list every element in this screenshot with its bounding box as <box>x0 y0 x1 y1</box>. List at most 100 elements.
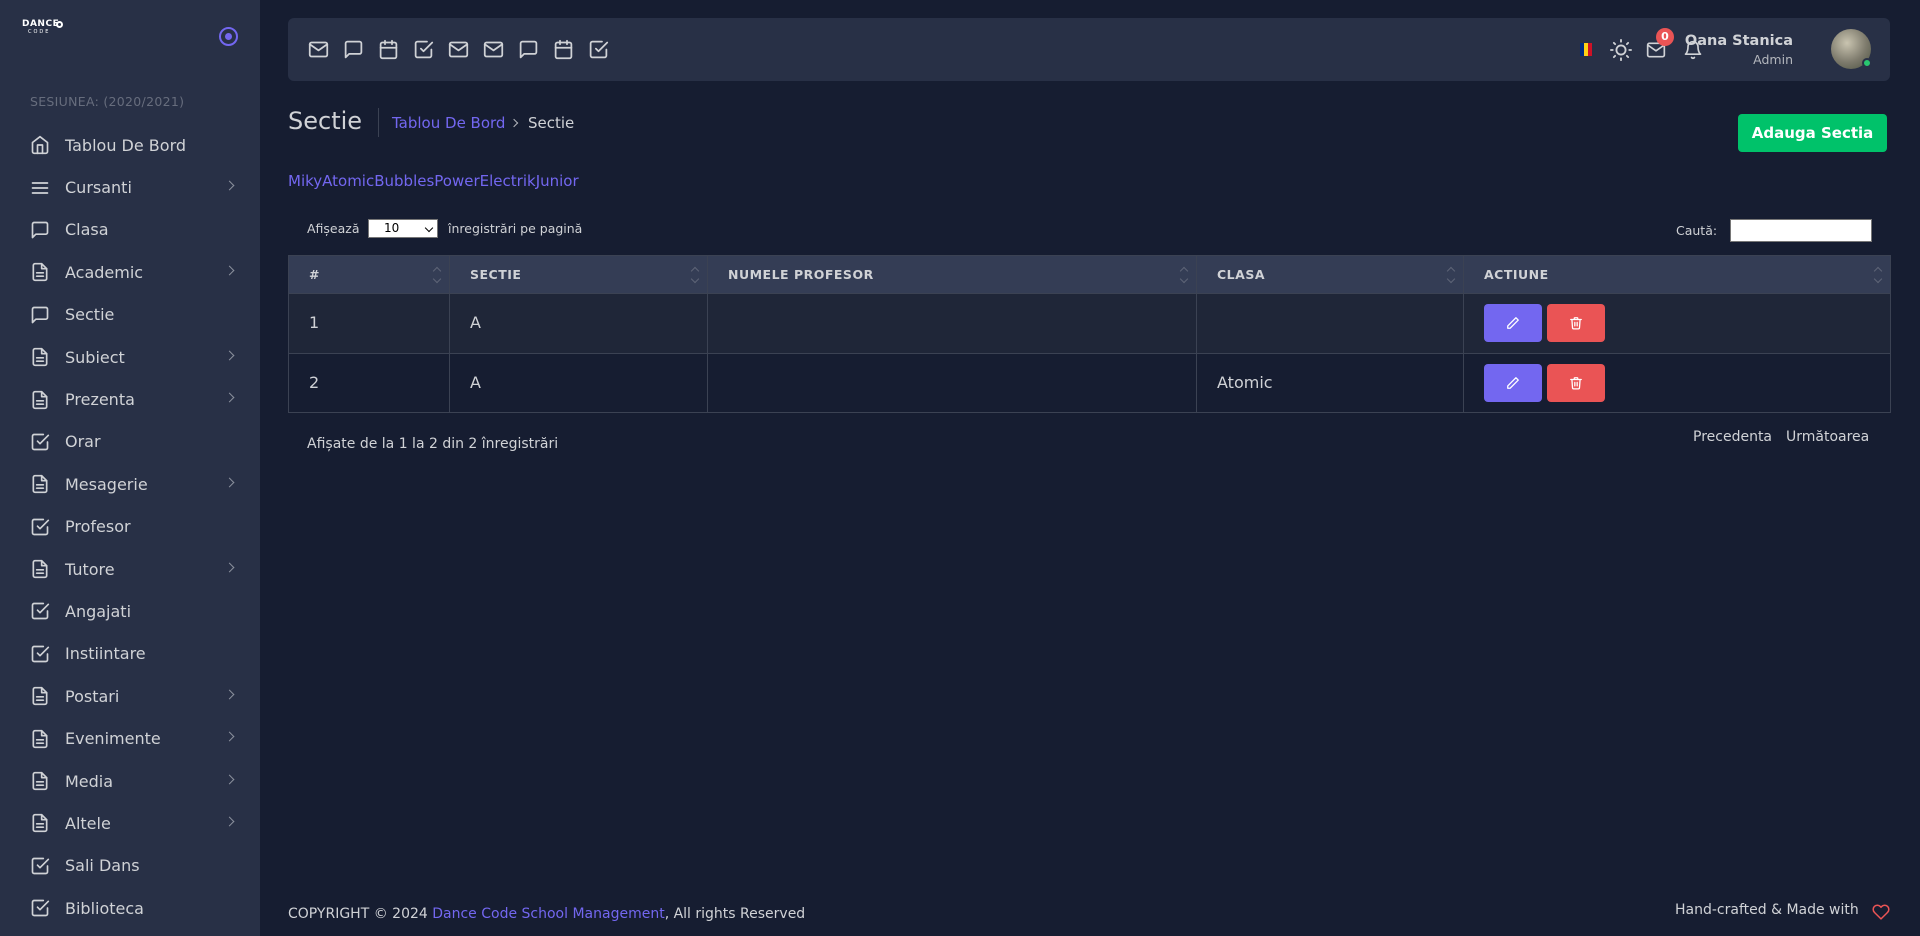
footer-brand-link[interactable]: Dance Code School Management <box>432 906 664 922</box>
filter-link-bubbles[interactable]: Bubbles <box>374 172 434 190</box>
sort-icon <box>433 267 441 283</box>
sidebar-item-prezenta[interactable]: Prezenta <box>0 378 260 420</box>
filter-link-junior[interactable]: Junior <box>536 172 579 190</box>
shortcut-mail-button[interactable] <box>308 39 329 64</box>
shortcut-mail-button[interactable] <box>448 39 469 64</box>
calendar-icon <box>554 39 573 60</box>
sidebar-menu: Tablou De Bord Cursanti Clasa Academic Secti… <box>0 124 260 929</box>
column-header-sectie[interactable]: SECTIE <box>450 256 708 293</box>
shortcut-check-square-button[interactable] <box>413 39 434 64</box>
calendar-icon <box>379 39 398 60</box>
check-square-icon <box>31 518 50 536</box>
page-size-select[interactable]: 10 <box>368 219 438 238</box>
cell-profesor <box>708 353 1197 412</box>
file-text-icon <box>32 263 48 282</box>
pencil-icon <box>1507 317 1519 329</box>
sidebar-item-label: Cursanti <box>65 178 132 198</box>
mail-icon <box>448 41 469 58</box>
table-info: Afișate de la 1 la 2 din 2 înregistrări <box>307 436 559 452</box>
file-text-icon <box>32 814 48 833</box>
next-page-button[interactable]: Următoarea <box>1786 429 1869 445</box>
chevron-right-icon <box>224 180 235 191</box>
delete-button[interactable] <box>1547 363 1605 402</box>
sidebar-item-label: Prezenta <box>65 390 135 410</box>
breadcrumb-chevron-icon <box>509 118 519 128</box>
chevron-down-icon <box>424 223 434 233</box>
filter-link-miky[interactable]: Miky <box>288 172 322 190</box>
delete-button[interactable] <box>1547 304 1605 342</box>
column-header-label: CLASA <box>1217 267 1265 282</box>
sidebar-item-sectie[interactable]: Sectie <box>0 294 260 336</box>
sidebar-item-cursanti[interactable]: Cursanti <box>0 166 260 208</box>
sidebar-item-label: Tablou De Bord <box>65 135 187 155</box>
add-section-button[interactable]: Adauga Sectia <box>1738 114 1887 152</box>
column-header-label: # <box>309 267 320 282</box>
file-text-icon <box>32 687 48 706</box>
sidebar-item-label: Postari <box>65 686 120 706</box>
sidebar-item-biblioteca[interactable]: Biblioteca <box>0 887 260 929</box>
sidebar-item-postari[interactable]: Postari <box>0 675 260 717</box>
sidebar-item-instiintare[interactable]: Instiintare <box>0 633 260 675</box>
edit-button[interactable] <box>1484 304 1542 342</box>
shortcut-check-square-button[interactable] <box>588 39 609 64</box>
check-square-icon <box>31 645 50 663</box>
check-square-icon <box>31 899 50 917</box>
sidebar-item-mesagerie[interactable]: Mesagerie <box>0 463 260 505</box>
pencil-icon <box>1507 376 1519 389</box>
sidebar-item-label: Sali Dans <box>65 856 140 876</box>
cell-actions <box>1464 294 1890 353</box>
check-square-icon <box>31 603 50 620</box>
sidebar-item-profesor[interactable]: Profesor <box>0 506 260 548</box>
sidebar-toggle-icon[interactable] <box>219 27 238 46</box>
column-header-number[interactable]: # <box>289 256 450 293</box>
table-header-row: # SECTIE NUMELE PROFESOR CLASA ACTIUNE <box>289 256 1890 293</box>
user-name[interactable]: Oana Stanica <box>1685 33 1793 49</box>
dance-code-logo[interactable]: DANCE CODE <box>22 20 63 38</box>
sidebar-item-tablou-de-bord[interactable]: Tablou De Bord <box>0 124 260 166</box>
sidebar-item-sali-dans[interactable]: Sali Dans <box>0 845 260 887</box>
shortcut-message-square-button[interactable] <box>343 39 364 64</box>
heart-icon <box>1872 904 1890 920</box>
sidebar-item-subiect[interactable]: Subiect <box>0 336 260 378</box>
sun-icon[interactable] <box>1610 39 1632 61</box>
sidebar-item-tutore[interactable]: Tutore <box>0 548 260 590</box>
footer-copyright: COPYRIGHT © 2024 Dance Code School Manag… <box>288 906 805 922</box>
shortcut-mail-button[interactable] <box>483 39 504 64</box>
filter-link-electrik[interactable]: Electrik <box>480 172 536 190</box>
filter-link-power[interactable]: Power <box>434 172 479 190</box>
breadcrumb-home-link[interactable]: Tablou De Bord <box>392 114 505 132</box>
page-size-label: Afișează <box>307 221 360 236</box>
copyright-text: COPYRIGHT © 2024 <box>288 906 433 922</box>
search-input[interactable] <box>1730 219 1872 242</box>
sidebar-item-evenimente[interactable]: Evenimente <box>0 717 260 759</box>
sidebar-item-label: Evenimente <box>65 729 161 749</box>
column-header-clasa[interactable]: CLASA <box>1197 256 1464 293</box>
filter-link-atomic[interactable]: Atomic <box>322 172 374 190</box>
shortcut-message-square-button[interactable] <box>518 39 539 64</box>
sidebar-item-orar[interactable]: Orar <box>0 421 260 463</box>
sidebar-item-angajati[interactable]: Angajati <box>0 590 260 632</box>
check-square-icon <box>589 40 609 59</box>
sidebar-item-media[interactable]: Media <box>0 760 260 802</box>
cell-clasa <box>1197 294 1464 353</box>
sidebar-item-clasa[interactable]: Clasa <box>0 209 260 251</box>
sort-icon <box>1447 267 1455 283</box>
sidebar-item-academic[interactable]: Academic <box>0 251 260 293</box>
chevron-right-icon <box>224 816 235 827</box>
previous-page-button[interactable]: Precedenta <box>1693 429 1772 445</box>
file-text-icon <box>32 347 48 367</box>
column-header-profesor[interactable]: NUMELE PROFESOR <box>708 256 1197 293</box>
list-icon <box>31 181 49 194</box>
shortcut-calendar-button[interactable] <box>378 39 399 64</box>
avatar[interactable] <box>1831 29 1872 69</box>
shortcut-calendar-button[interactable] <box>553 39 574 64</box>
session-label: SESIUNEA: (2020/2021) <box>30 94 185 109</box>
page-size-value: 10 <box>384 221 400 235</box>
column-header-actiune[interactable]: ACTIUNE <box>1464 256 1890 293</box>
sidebar-item-altele[interactable]: Altele <box>0 802 260 844</box>
edit-button[interactable] <box>1484 363 1542 402</box>
file-text-icon <box>32 559 48 579</box>
language-flag-icon[interactable] <box>1580 43 1592 56</box>
mail-icon <box>308 41 329 58</box>
sidebar-item-label: Academic <box>65 262 144 282</box>
